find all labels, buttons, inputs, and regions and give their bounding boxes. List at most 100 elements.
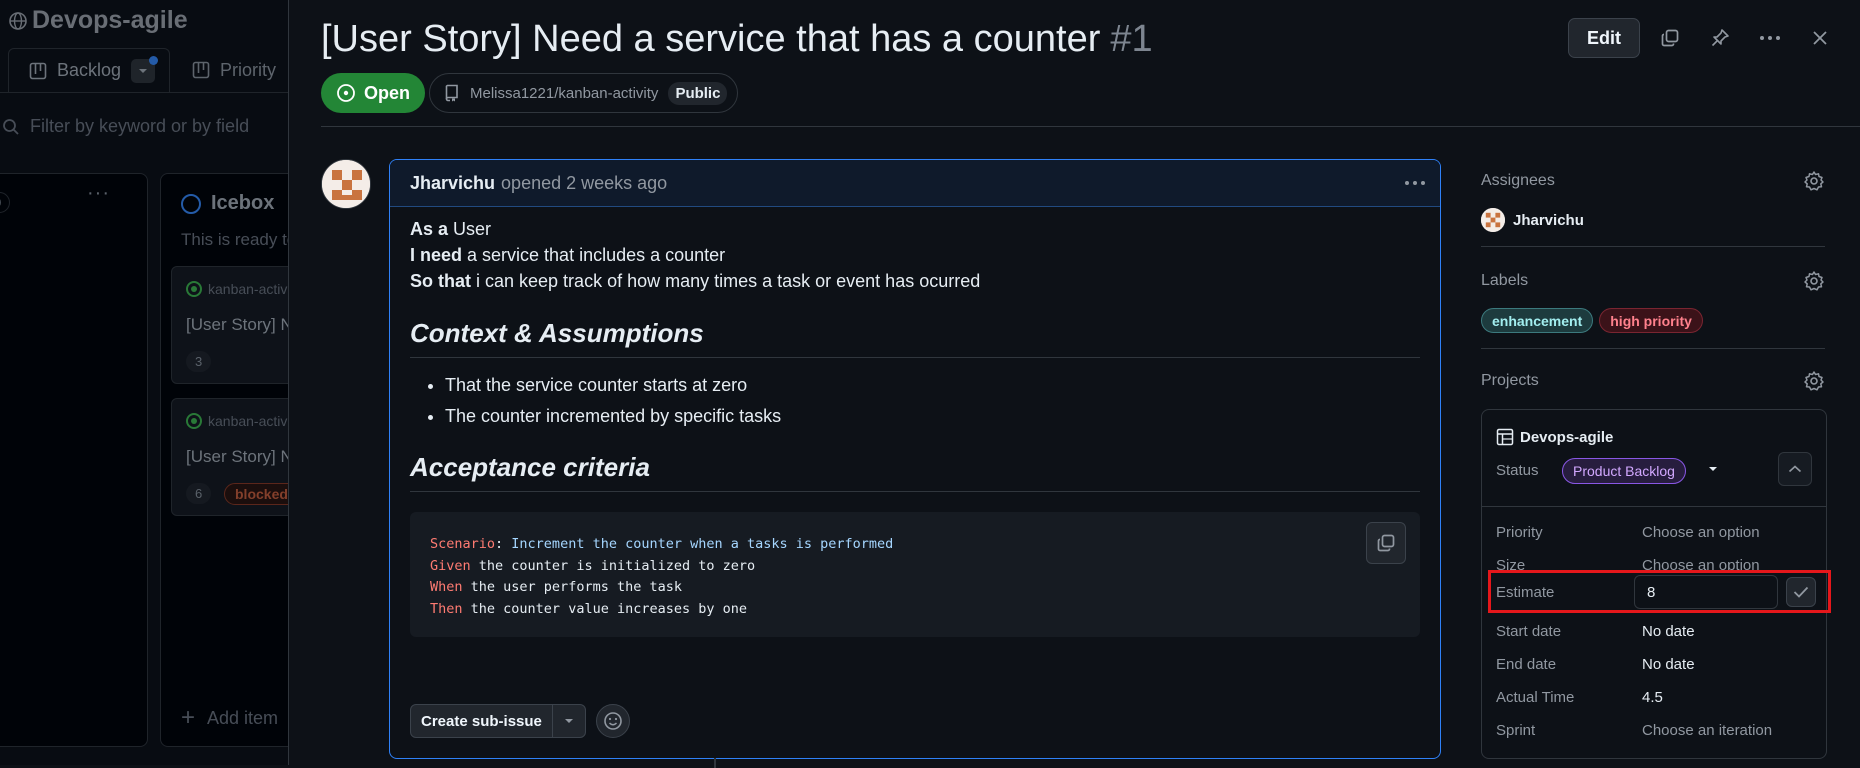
copy-link-button[interactable] (1650, 18, 1690, 58)
project-name-text: Devops-agile (1520, 428, 1614, 446)
status-badge: Open (321, 73, 426, 113)
add-item-button[interactable]: + Add item (181, 704, 278, 732)
issue-title: [User Story] Need a service that has a c… (321, 18, 1153, 61)
field-size[interactable]: Size Choose an option (1496, 557, 1816, 574)
create-sub-issue-button[interactable]: Create sub-issue (411, 705, 553, 737)
gear-icon (1804, 171, 1824, 191)
board-view-icon (192, 61, 210, 79)
issue-title-text: [User Story] Need a service that has a c… (321, 18, 1101, 60)
project-title[interactable]: Devops-agile (8, 6, 188, 35)
code-line: Scenario: Increment the counter when a t… (430, 534, 1400, 556)
field-end-date[interactable]: End date No date (1496, 656, 1816, 673)
assignee-name: Jharvichu (1513, 211, 1584, 229)
column-count: 0 (0, 192, 11, 213)
field-label: Estimate (1496, 584, 1555, 601)
projects-heading: Projects (1481, 372, 1539, 389)
issue-open-icon (186, 413, 202, 429)
tab-options-button[interactable] (131, 55, 159, 83)
pin-button[interactable] (1700, 18, 1740, 58)
tab-priority[interactable]: Priority (170, 48, 290, 92)
filter-input[interactable]: Filter by keyword or by field (2, 116, 249, 137)
story-text: a service that includes a counter (462, 245, 726, 265)
label-enhancement[interactable]: enhancement (1481, 308, 1594, 333)
identicon-icon (322, 160, 370, 208)
comment-more-button[interactable] (1404, 170, 1426, 196)
tab-backlog[interactable]: Backlog (8, 48, 171, 92)
collapse-fields-button[interactable] (1778, 452, 1812, 486)
copy-icon (1377, 534, 1395, 552)
field-value: 4.5 (1642, 689, 1663, 706)
field-priority[interactable]: Priority Choose an option (1496, 524, 1816, 541)
field-label: Start date (1496, 623, 1562, 640)
tab-priority-label: Priority (220, 59, 277, 80)
story-line: As a User (410, 216, 1420, 242)
column-description: This is ready to (181, 230, 297, 249)
labels-settings-button[interactable] (1803, 270, 1825, 292)
sub-issue-dropdown-button[interactable] (553, 705, 585, 737)
column-more-icon[interactable]: ··· (87, 182, 110, 205)
status-field-value[interactable]: Product Backlog (1562, 458, 1686, 484)
field-value: Choose an option (1642, 557, 1760, 574)
timeline-line (714, 758, 716, 768)
estimate-input[interactable]: 8 (1634, 575, 1778, 609)
check-icon (1793, 586, 1809, 598)
code-text: the counter value increases by one (470, 600, 747, 617)
edit-button[interactable]: Edit (1568, 18, 1640, 58)
acceptance-heading: Acceptance criteria (410, 452, 1420, 492)
avatar[interactable] (321, 159, 371, 209)
repo-icon (445, 84, 458, 102)
repo-link[interactable]: Melissa1221/kanban-activity Public (429, 73, 739, 113)
estimate-confirm-button[interactable] (1786, 577, 1816, 607)
close-button[interactable] (1800, 18, 1840, 58)
chevron-up-icon (1788, 465, 1802, 473)
copy-icon (1661, 29, 1679, 47)
assignees-header: Assignees (1481, 170, 1825, 192)
filter-placeholder: Filter by keyword or by field (30, 116, 250, 136)
projects-settings-button[interactable] (1803, 370, 1825, 392)
create-sub-issue-split-button: Create sub-issue (410, 704, 586, 738)
field-label: End date (1496, 656, 1557, 673)
column-name: Icebox (211, 192, 275, 214)
card-repo: kanban-activity (186, 281, 301, 297)
field-value: No date (1642, 623, 1695, 640)
code-line: When the user performs the task (430, 577, 1400, 599)
card-number: 6 (186, 483, 212, 504)
code-keyword: Then (430, 600, 463, 617)
labels-list: enhancement high priority (1481, 308, 1825, 333)
assignees-section: Assignees Jharvichu (1481, 170, 1825, 232)
comment-author[interactable]: Jharvichu (410, 173, 495, 194)
assignees-settings-button[interactable] (1803, 170, 1825, 192)
issue-open-icon (186, 281, 202, 297)
copy-code-button[interactable] (1366, 522, 1406, 564)
column-header: Icebox (181, 192, 274, 215)
more-options-button[interactable] (1750, 18, 1790, 58)
issue-number: #1 (1110, 18, 1153, 60)
project-title-text: Devops-agile (32, 6, 188, 34)
code-line: Given the counter is initialized to zero (430, 556, 1400, 578)
comment-meta: opened 2 weeks ago (501, 172, 668, 193)
table-icon (1496, 428, 1514, 446)
code-sep: : (495, 536, 512, 552)
issue-open-icon (337, 84, 355, 102)
add-reaction-button[interactable] (595, 704, 630, 738)
issue-panel: [User Story] Need a service that has a c… (288, 0, 1860, 768)
field-start-date[interactable]: Start date No date (1496, 623, 1816, 640)
field-sprint[interactable]: Sprint Choose an iteration (1496, 722, 1816, 739)
context-heading: Context & Assumptions (410, 318, 1420, 358)
status-dropdown-button[interactable] (1708, 466, 1718, 472)
comment-header: Jharvichu opened 2 weeks ago (390, 160, 1440, 207)
add-item-label: Add item (207, 707, 279, 728)
globe-icon (9, 11, 27, 30)
story-keyword: So that (410, 271, 471, 291)
identicon-icon (1481, 208, 1505, 232)
project-name[interactable]: Devops-agile (1496, 428, 1613, 446)
field-label: Size (1496, 557, 1526, 574)
list-item: That the service counter starts at zero (445, 370, 1420, 401)
label-high-priority[interactable]: high priority (1599, 308, 1703, 333)
field-actual-time[interactable]: Actual Time 4.5 (1496, 689, 1816, 706)
story-keyword: As a (410, 219, 449, 239)
field-value: No date (1642, 656, 1695, 673)
assignee-item[interactable]: Jharvichu (1481, 208, 1825, 232)
context-list: That the service counter starts at zero … (445, 370, 1420, 432)
fields-divider (1482, 506, 1826, 507)
